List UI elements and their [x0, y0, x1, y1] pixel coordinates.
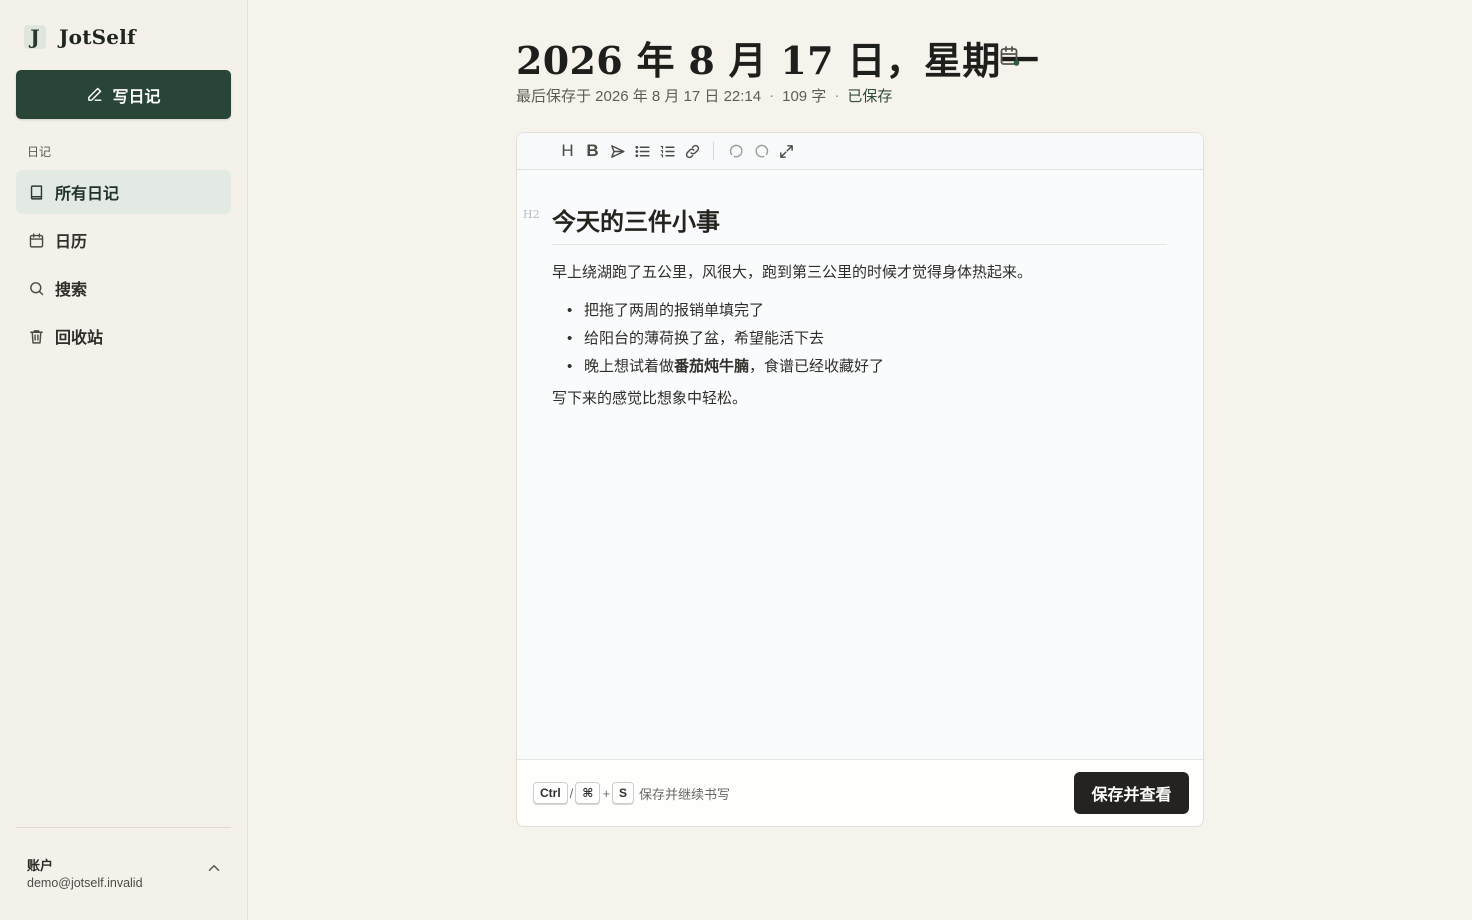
search-icon [27, 279, 45, 297]
brand-name: JotSelf [59, 25, 136, 49]
account-title: 账户 [27, 858, 54, 873]
sidebar-divider [16, 827, 231, 828]
sidebar-item-label: 日历 [55, 234, 88, 251]
write-diary-label: 写日记 [112, 88, 161, 106]
entry-meta: 最后保存于 2026 年 8 月 17 日 22:14 · 109 字 · 已保… [516, 85, 892, 106]
meta-separator: · [769, 87, 775, 104]
section-label-diary: 日记 [27, 145, 52, 159]
sidebar-item-all-entries[interactable]: 所有日记 [16, 170, 231, 214]
shortcut-hint: 保存并继续书写 [639, 786, 731, 802]
calendar-icon [27, 231, 45, 249]
key-separator: / [569, 785, 574, 801]
h2-marker: H2 [523, 208, 540, 221]
meta-separator: · [834, 87, 840, 104]
sidebar-item-label: 所有日记 [55, 186, 120, 203]
bullet-list: 把拖了两周的报销单填完了 给阳台的薄荷换了盆，希望能活下去 晚上想试着做番茄炖牛… [552, 301, 1168, 377]
key-plus: + [602, 785, 611, 801]
list-item-text: 晚上想试着做 [584, 358, 675, 375]
redo-icon[interactable] [749, 139, 774, 163]
list-item: 给阳台的薄荷换了盆，希望能活下去 [567, 329, 1168, 349]
trash-icon [27, 327, 45, 345]
paragraph: 写下来的感觉比想象中轻松。 [552, 390, 748, 407]
sidebar-item-trash[interactable]: 回收站 [16, 314, 231, 358]
sidebar-item-label: 回收站 [55, 330, 104, 347]
link-icon[interactable] [680, 139, 705, 163]
sidebar-item-label: 搜索 [55, 282, 88, 299]
editor-toolbar: H B [517, 133, 1203, 170]
toolbar-separator [713, 142, 714, 160]
editor-footer: Ctrl / ⌘ + S 保存并继续书写 保存并查看 [517, 759, 1203, 826]
document-heading: 今天的三件小事 [552, 202, 1167, 245]
sidebar: J JotSelf 写日记 日记 所有日记 日历 搜索 回收站 账户 demo@… [0, 0, 248, 920]
list-item: 晚上想试着做番茄炖牛腩，食谱已经收藏好了 [567, 357, 1168, 377]
pencil-icon [88, 87, 103, 101]
send-icon[interactable] [605, 139, 630, 163]
page-title: 2026 年 8 月 17 日，星期一 [516, 38, 1039, 83]
account-panel[interactable]: 账户 demo@jotself.invalid [27, 855, 143, 890]
undo-icon[interactable] [724, 139, 749, 163]
sidebar-item-calendar[interactable]: 日历 [16, 218, 231, 262]
bold-button[interactable]: B [580, 139, 605, 163]
heading-button[interactable]: H [555, 139, 580, 163]
fullscreen-icon[interactable] [774, 139, 799, 163]
account-email: demo@jotself.invalid [27, 876, 143, 890]
sidebar-item-search[interactable]: 搜索 [16, 266, 231, 310]
last-saved-text: 最后保存于 2026 年 8 月 17 日 22:14 [516, 88, 762, 105]
save-status: 已保存 [847, 88, 893, 105]
numbered-list-icon[interactable] [655, 139, 680, 163]
paragraph: 早上绕湖跑了五公里，风很大，跑到第三公里的时候才觉得身体热起来。 [552, 264, 1033, 281]
editor[interactable]: H B H2 今天的三件小事 早上绕湖跑了五公里，风很大，跑到第三公里的时候才觉… [516, 132, 1204, 827]
bold-text: 番茄炖牛腩 [674, 358, 750, 375]
calendar-picker-icon[interactable] [998, 44, 1022, 68]
book-icon [27, 183, 45, 201]
key-cmd: ⌘ [575, 782, 601, 804]
word-count: 109 字 [782, 88, 827, 105]
write-diary-button[interactable]: 写日记 [16, 70, 231, 119]
brand[interactable]: J JotSelf [24, 24, 136, 50]
brand-logo: J [24, 25, 46, 49]
editor-content[interactable]: H2 今天的三件小事 早上绕湖跑了五公里，风很大，跑到第三公里的时候才觉得身体热… [517, 170, 1203, 409]
bullet-list-icon[interactable] [630, 139, 655, 163]
list-item-text: ，食谱已经收藏好了 [749, 358, 885, 375]
chevron-up-icon[interactable] [205, 859, 223, 877]
key-s: S [612, 782, 635, 804]
save-and-view-button[interactable]: 保存并查看 [1074, 772, 1189, 814]
list-item: 把拖了两周的报销单填完了 [567, 301, 1168, 321]
key-ctrl: Ctrl [533, 782, 568, 804]
